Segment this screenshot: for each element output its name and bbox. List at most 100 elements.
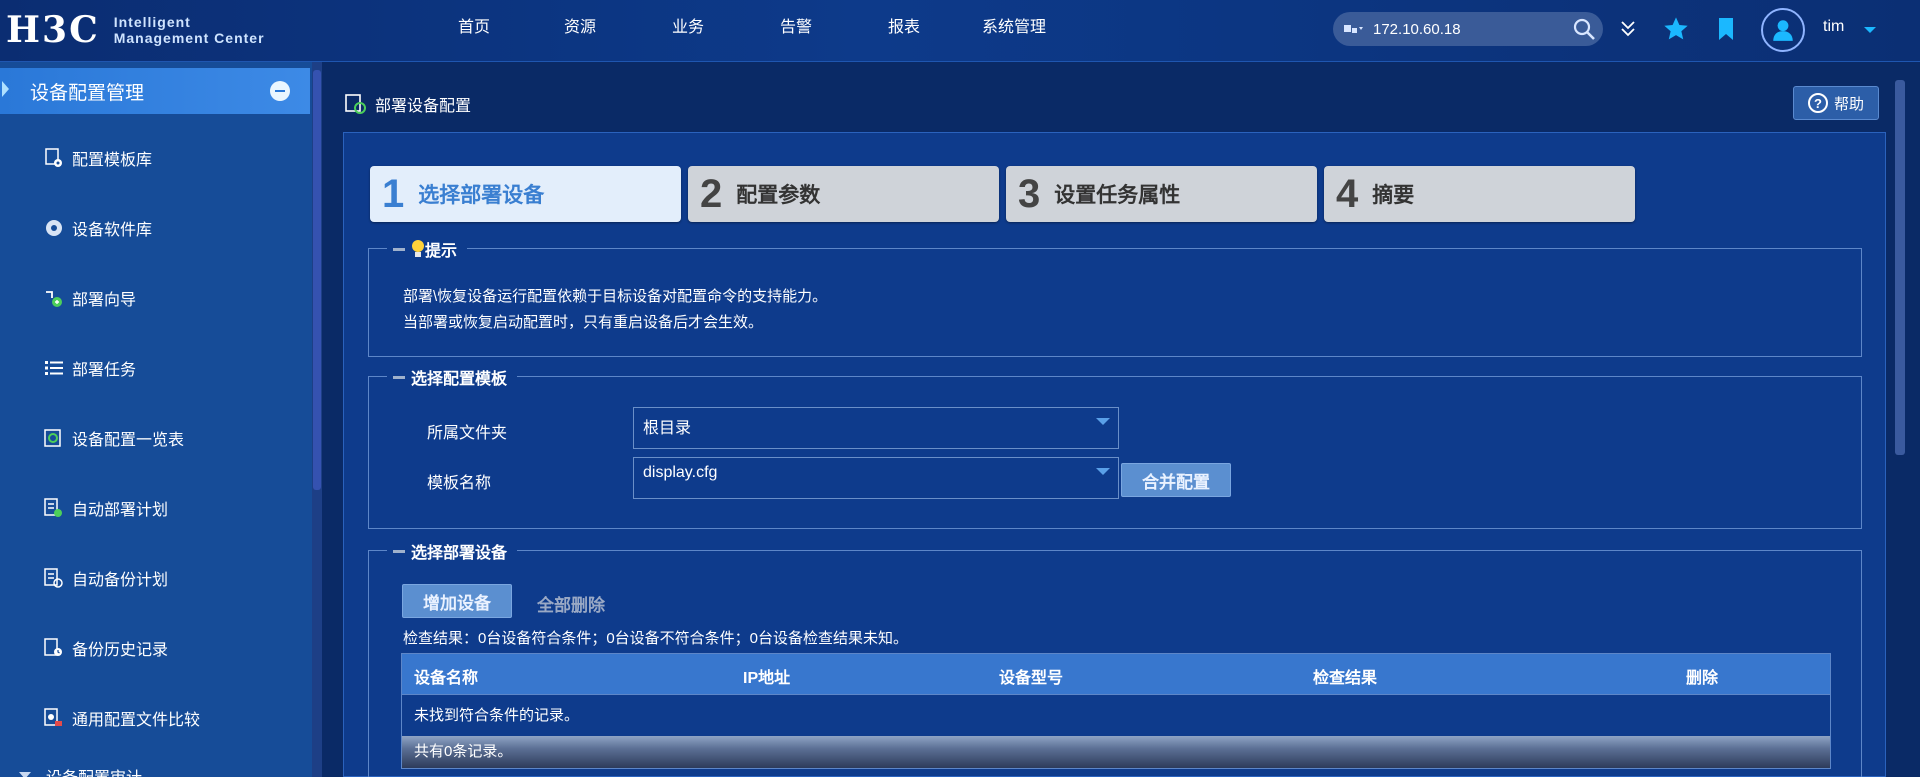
step-select-devices[interactable]: 1 选择部署设备 [370, 166, 681, 222]
folder-select[interactable]: 根目录 [633, 407, 1119, 449]
nav-report[interactable]: 报表 [872, 0, 936, 56]
network-device-icon[interactable] [1343, 21, 1367, 37]
step-summary[interactable]: 4 摘要 [1324, 166, 1635, 222]
step-number: 4 [1336, 172, 1359, 216]
search-icon[interactable] [1572, 17, 1596, 41]
template-section: 选择配置模板 所属文件夹 根目录 模板名称 display.cfg 合并配置 [368, 365, 1862, 529]
sidebar-item-deploy-task[interactable]: 部署任务 [0, 348, 310, 388]
device-legend: 选择部署设备 [387, 539, 518, 563]
tagline-line2: Management Center [113, 30, 265, 46]
main-scrollbar[interactable] [1895, 80, 1905, 455]
merge-config-button[interactable]: 合并配置 [1121, 463, 1231, 497]
sidebar-item-config-compare[interactable]: 通用配置文件比较 [0, 698, 310, 738]
sidebar-item-label: 配置模板库 [72, 152, 153, 169]
step-number: 1 [382, 172, 405, 216]
sidebar-item-label: 备份历史记录 [72, 642, 169, 659]
col-ip-address[interactable]: IP地址 [743, 664, 790, 688]
user-menu-caret-icon[interactable] [1863, 22, 1877, 38]
compare-icon [44, 708, 64, 728]
sidebar-item-label: 设备软件库 [72, 222, 153, 239]
step-label: 摘要 [1372, 184, 1415, 207]
auto-backup-icon [44, 568, 64, 588]
sidebar-item-software-library[interactable]: 设备软件库 [0, 208, 310, 248]
page-title-text: 部署设备配置 [375, 98, 472, 115]
bookmark-icon[interactable] [1709, 12, 1743, 46]
auto-deploy-icon [44, 498, 64, 518]
backup-history-icon [44, 638, 64, 658]
software-library-icon [44, 218, 64, 238]
help-button[interactable]: ? 帮助 [1793, 86, 1879, 120]
tip-text-line1: 部署\恢复设备运行配置依赖于目标设备对配置命令的支持能力。 [403, 288, 828, 305]
step-label: 配置参数 [736, 184, 821, 207]
folder-label: 所属文件夹 [427, 425, 508, 442]
h3c-logo[interactable]: H3C Intelligent Management Center [6, 10, 265, 50]
sidebar-item-label: 部署向导 [72, 292, 137, 309]
dropdown-arrow-icon[interactable] [1096, 468, 1110, 475]
folder-select-value: 根目录 [643, 420, 692, 437]
sidebar-item-auto-backup-plan[interactable]: 自动备份计划 [0, 558, 310, 598]
double-chevron-down-icon[interactable] [1611, 12, 1645, 46]
sidebar-scrollbar-thumb[interactable] [313, 70, 321, 490]
device-section: 选择部署设备 增加设备 全部删除 检查结果：0台设备符合条件；0台设备不符合条件… [368, 539, 1862, 777]
page-title: 部署设备配置 [345, 92, 471, 116]
sidebar-item-backup-history[interactable]: 备份历史记录 [0, 628, 310, 668]
col-device-name[interactable]: 设备名称 [414, 664, 478, 688]
sidebar-subgroup-header[interactable]: 设备配置审计 [18, 764, 142, 777]
sidebar-item-deploy-wizard[interactable]: 部署向导 [0, 278, 310, 318]
collapse-minus-icon[interactable] [270, 81, 290, 101]
tip-section: 提示 部署\恢复设备运行配置依赖于目标设备对配置命令的支持能力。 当部署或恢复启… [368, 237, 1862, 357]
nav-business[interactable]: 业务 [656, 0, 720, 56]
table-header: 设备名称 IP地址 设备型号 检查结果 删除 [402, 654, 1830, 694]
template-legend-text: 选择配置模板 [411, 371, 508, 388]
template-library-icon [44, 148, 64, 168]
template-name-select[interactable]: display.cfg [633, 457, 1119, 499]
sidebar-section-header[interactable]: 设备配置管理 [0, 68, 310, 114]
sidebar-item-label: 通用配置文件比较 [72, 712, 201, 729]
star-favorite-icon[interactable] [1659, 12, 1693, 46]
sidebar-item-auto-deploy-plan[interactable]: 自动部署计划 [0, 488, 310, 528]
sidebar: 设备配置管理 配置模板库 设备软件库 部署向导 部署任务 设备配置一览表 自动部… [0, 62, 312, 777]
main-panel: 部署设备配置 ? 帮助 1 选择部署设备 2 配置参数 3 设置任务属性 4 摘… [333, 70, 1903, 777]
dropdown-arrow-icon[interactable] [1096, 418, 1110, 425]
wizard-content: 1 选择部署设备 2 配置参数 3 设置任务属性 4 摘要 提示 部署\恢复设备… [343, 132, 1886, 777]
sidebar-section-title: 设备配置管理 [30, 82, 145, 104]
logo-text: H3C [6, 9, 100, 51]
col-check-result[interactable]: 检查结果 [1313, 664, 1377, 688]
template-name-label: 模板名称 [427, 475, 492, 492]
nav-home[interactable]: 首页 [442, 0, 506, 56]
step-number: 2 [700, 172, 723, 216]
delete-all-button[interactable]: 全部删除 [537, 591, 605, 616]
sidebar-item-label: 设备配置一览表 [72, 432, 185, 449]
table-empty-row: 未找到符合条件的记录。 [402, 694, 1830, 736]
question-icon: ? [1807, 93, 1828, 113]
sidebar-subgroup-label: 设备配置审计 [46, 764, 142, 777]
col-device-model[interactable]: 设备型号 [999, 664, 1063, 688]
check-result-text: 检查结果：0台设备符合条件；0台设备不符合条件；0台设备检查结果未知。 [403, 630, 909, 647]
sidebar-item-config-overview[interactable]: 设备配置一览表 [0, 418, 310, 458]
tip-text-line2: 当部署或恢复启动配置时，只有重启设备后才会生效。 [403, 314, 764, 331]
top-header: H3C Intelligent Management Center 首页 资源 … [0, 0, 1920, 62]
add-device-button[interactable]: 增加设备 [402, 584, 512, 618]
step-number: 3 [1018, 172, 1041, 216]
tip-legend: 提示 [387, 237, 468, 261]
sidebar-item-template-library[interactable]: 配置模板库 [0, 138, 310, 178]
step-config-params[interactable]: 2 配置参数 [688, 166, 999, 222]
col-delete: 删除 [1686, 670, 1719, 687]
device-table: 设备名称 IP地址 设备型号 检查结果 删除 未找到符合条件的记录。 共有0条记… [401, 653, 1831, 769]
deploy-config-icon [345, 93, 367, 115]
config-overview-icon [44, 428, 64, 448]
template-name-value: display.cfg [643, 464, 718, 481]
username[interactable]: tim [1823, 18, 1844, 36]
search-input[interactable] [1367, 20, 1572, 38]
sidebar-item-label: 部署任务 [72, 362, 137, 379]
sidebar-scrollbar[interactable] [312, 62, 322, 777]
step-task-properties[interactable]: 3 设置任务属性 [1006, 166, 1317, 222]
template-legend: 选择配置模板 [387, 365, 518, 389]
nav-alarm[interactable]: 告警 [764, 0, 828, 56]
device-legend-text: 选择部署设备 [411, 545, 508, 562]
nav-system-management[interactable]: 系统管理 [966, 0, 1062, 56]
user-avatar-icon[interactable] [1761, 8, 1805, 52]
step-label: 选择部署设备 [418, 184, 545, 207]
nav-resource[interactable]: 资源 [548, 0, 612, 56]
expand-caret-icon [19, 772, 31, 777]
